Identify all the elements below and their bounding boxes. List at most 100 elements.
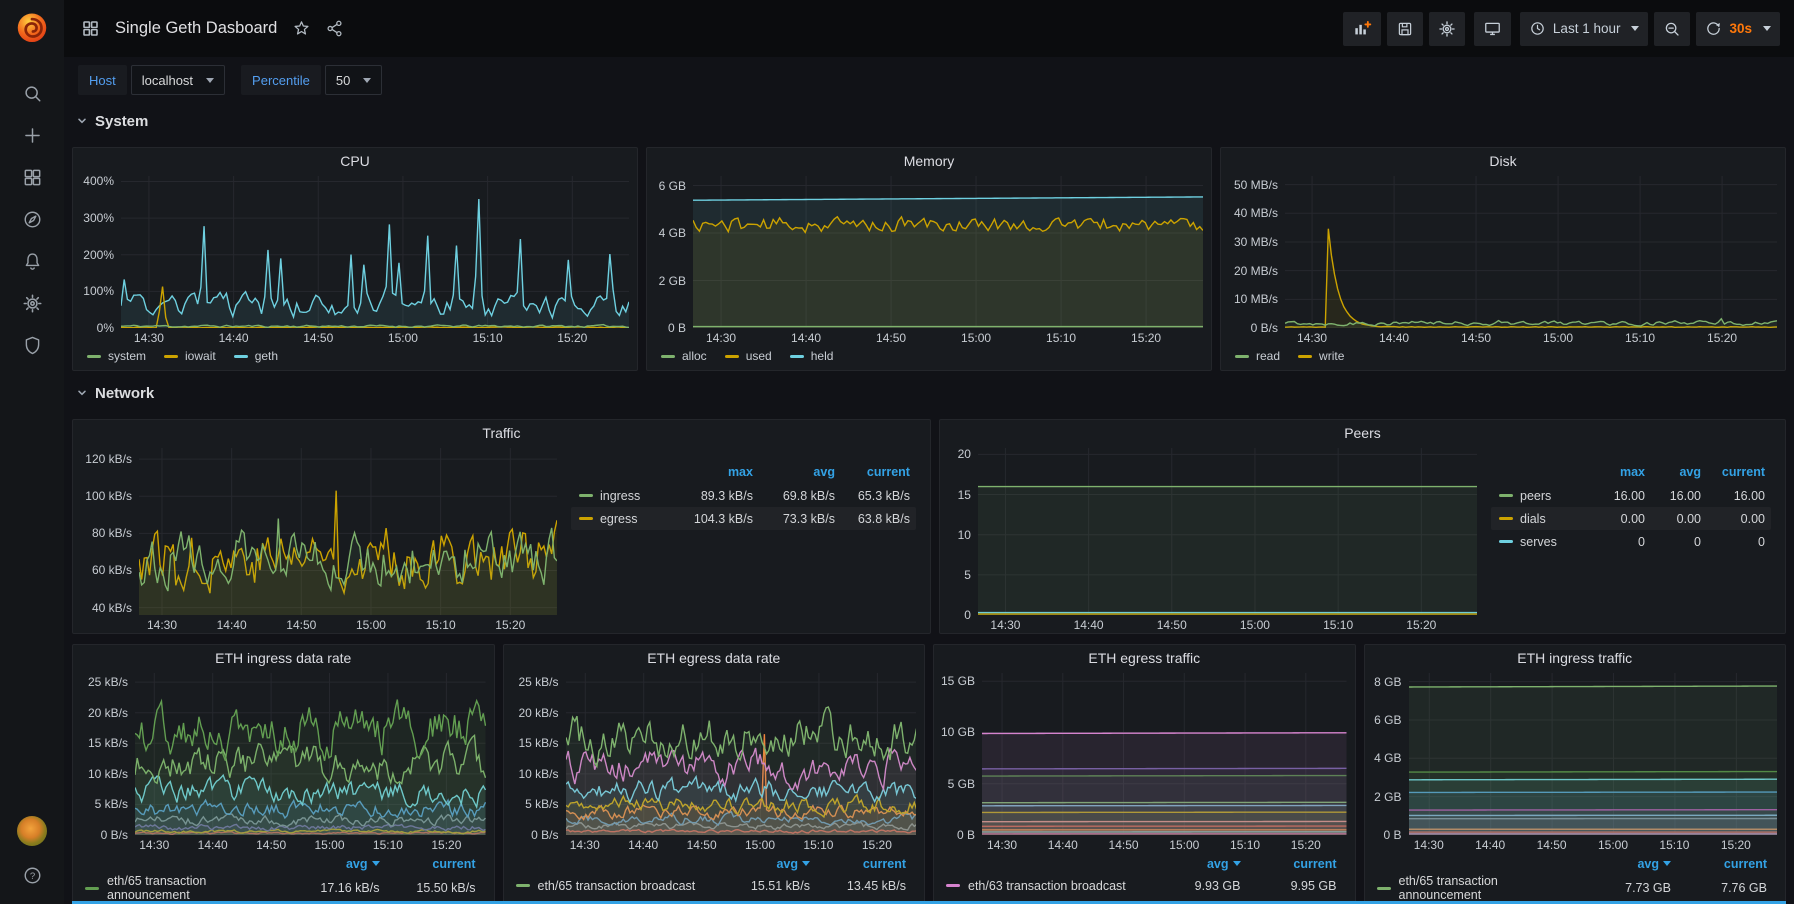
row-toggle-network[interactable]: Network [76,381,1786,405]
sidebar-server-admin[interactable] [10,324,54,366]
series-marker [516,884,530,887]
y-axis: 0 B/s10 MB/s20 MB/s30 MB/s40 MB/s50 MB/s [1225,176,1285,328]
grafana-logo[interactable] [13,8,51,46]
series-marker [1499,517,1513,520]
user-avatar[interactable] [17,816,47,846]
variable-host-dropdown[interactable]: localhost [131,65,225,95]
legend-sort-avg[interactable]: avg [1565,857,1677,871]
panel-header[interactable]: ETH ingress data rate [73,645,494,671]
eth-egress-data-rate-chart[interactable]: 0 B/s5 kB/s10 kB/s15 kB/s20 kB/s25 kB/s … [504,671,925,853]
x-tick-label: 14:30 [139,838,169,852]
cycle-view-mode-button[interactable] [1474,12,1511,46]
sidebar-configuration[interactable] [10,282,54,324]
save-dashboard-button[interactable] [1387,12,1423,46]
eth-ingress-data-rate-chart[interactable]: 0 B/s5 kB/s10 kB/s15 kB/s20 kB/s25 kB/s … [73,671,494,853]
legend-sort-current[interactable]: current [841,465,916,479]
legend-series-name[interactable]: serves [1491,535,1589,549]
sidebar-alerting[interactable] [10,240,54,282]
x-tick-label: 15:20 [431,838,461,852]
panel-header[interactable]: ETH egress traffic [934,645,1355,671]
legend-sort-current[interactable]: current [386,857,482,871]
legend-item-geth[interactable]: geth [234,349,278,363]
y-axis: 0%100%200%300%400% [77,176,121,328]
chevron-down-icon [76,115,88,127]
legend-row: peers16.0016.0016.00 [1491,484,1771,507]
sidebar-create[interactable] [10,114,54,156]
panel-header[interactable]: Disk [1221,148,1785,174]
legend-item-used[interactable]: used [725,349,772,363]
legend-series-name[interactable]: eth/65 transaction announcement [1399,874,1566,902]
chevron-down-icon [1663,861,1671,870]
panel-header[interactable]: CPU [73,148,637,174]
legend-item-write[interactable]: write [1298,349,1344,363]
legend-item-iowait[interactable]: iowait [164,349,216,363]
legend-series-name[interactable]: eth/65 transaction broadcast [538,879,705,893]
sidebar-explore[interactable] [10,198,54,240]
legend-series-name[interactable]: ingress [571,489,671,503]
y-tick-label: 25 kB/s [88,675,128,689]
sidebar-dashboards[interactable] [10,156,54,198]
legend-item-held[interactable]: held [790,349,834,363]
series-marker [1377,887,1391,890]
x-tick-label: 15:10 [426,618,456,632]
zoom-out-time-button[interactable] [1654,12,1690,46]
variable-label: Host [78,65,127,95]
legend-value: 16.00 [1589,489,1651,503]
panel-title: ETH egress data rate [647,650,780,666]
legend-item-system[interactable]: system [87,349,146,363]
star-dashboard-button[interactable] [289,16,314,41]
row-toggle-system[interactable]: System [76,109,1786,133]
variable-percentile-dropdown[interactable]: 50 [325,65,382,95]
legend-series-name[interactable]: dials [1491,512,1589,526]
legend-item-read[interactable]: read [1235,349,1280,363]
alerting-bell-icon [22,251,43,272]
legend-sort-current[interactable]: current [1247,857,1343,871]
legend-value: 16.00 [1651,489,1707,503]
panel-header[interactable]: Memory [647,148,1211,174]
disk-chart[interactable]: 0 B/s10 MB/s20 MB/s30 MB/s40 MB/s50 MB/s… [1221,174,1785,346]
legend-series-name[interactable]: eth/63 transaction broadcast [968,879,1135,893]
legend-sort-current[interactable]: current [1707,465,1771,479]
legend-sort-current[interactable]: current [1677,857,1773,871]
series-marker [164,355,178,358]
legend-sort-max[interactable]: max [1589,465,1651,479]
share-dashboard-button[interactable] [322,16,347,41]
legend-sort-avg[interactable]: avg [704,857,816,871]
x-axis: 14:3014:4014:5015:0015:1015:20 [121,328,629,346]
legend-sort-avg[interactable]: avg [1135,857,1247,871]
peers-chart[interactable]: 05101520 14:3014:4014:5015:0015:1015:20 [940,446,1485,633]
legend-series-name[interactable]: eth/65 transaction announcement [107,874,274,902]
panel-header[interactable]: ETH ingress traffic [1365,645,1786,671]
sidebar-search[interactable] [10,72,54,114]
legend-value: 16.00 [1707,489,1771,503]
refresh-picker[interactable]: 30s [1696,12,1780,46]
legend-sort-current[interactable]: current [816,857,912,871]
eth-ingress-traffic-chart[interactable]: 0 B2 GB4 GB6 GB8 GB 14:3014:4014:5015:00… [1365,671,1786,853]
y-axis: 0 B/s5 kB/s10 kB/s15 kB/s20 kB/s25 kB/s [508,673,566,835]
panel-header[interactable]: Traffic [73,420,930,446]
legend-sort-avg[interactable]: avg [1651,465,1707,479]
legend-row: eth/65 transaction announcement7.73 GB7.… [1377,874,1774,897]
sidebar-help[interactable]: ? [10,854,54,896]
y-tick-label: 60 kB/s [92,563,132,577]
legend-sort-max[interactable]: max [671,465,759,479]
panel-header[interactable]: Peers [940,420,1785,446]
cpu-chart[interactable]: 0%100%200%300%400% 14:3014:4014:5015:001… [73,174,637,346]
legend-sort-avg[interactable]: avg [759,465,841,479]
y-tick-label: 100% [83,284,114,298]
eth-egress-traffic-chart[interactable]: 0 B5 GB10 GB15 GB 14:3014:4014:5015:0015… [934,671,1355,853]
series-marker [87,355,101,358]
legend-sort-avg[interactable]: avg [274,857,386,871]
legend-item-alloc[interactable]: alloc [661,349,707,363]
panel-header[interactable]: ETH egress data rate [504,645,925,671]
time-range-picker[interactable]: Last 1 hour [1520,12,1649,46]
legend-series-name[interactable]: egress [571,512,671,526]
legend-value: 0 [1651,535,1707,549]
dashboard-settings-button[interactable] [1429,12,1465,46]
memory-chart[interactable]: 0 B2 GB4 GB6 GB 14:3014:4014:5015:0015:1… [647,174,1211,346]
traffic-chart[interactable]: 40 kB/s60 kB/s80 kB/s100 kB/s120 kB/s 14… [73,446,565,633]
legend-value: 9.93 GB [1135,879,1247,893]
legend-series-name[interactable]: peers [1491,489,1589,503]
add-panel-button[interactable] [1343,12,1381,46]
dashboard-title[interactable]: Single Geth Dasboard [115,19,277,38]
